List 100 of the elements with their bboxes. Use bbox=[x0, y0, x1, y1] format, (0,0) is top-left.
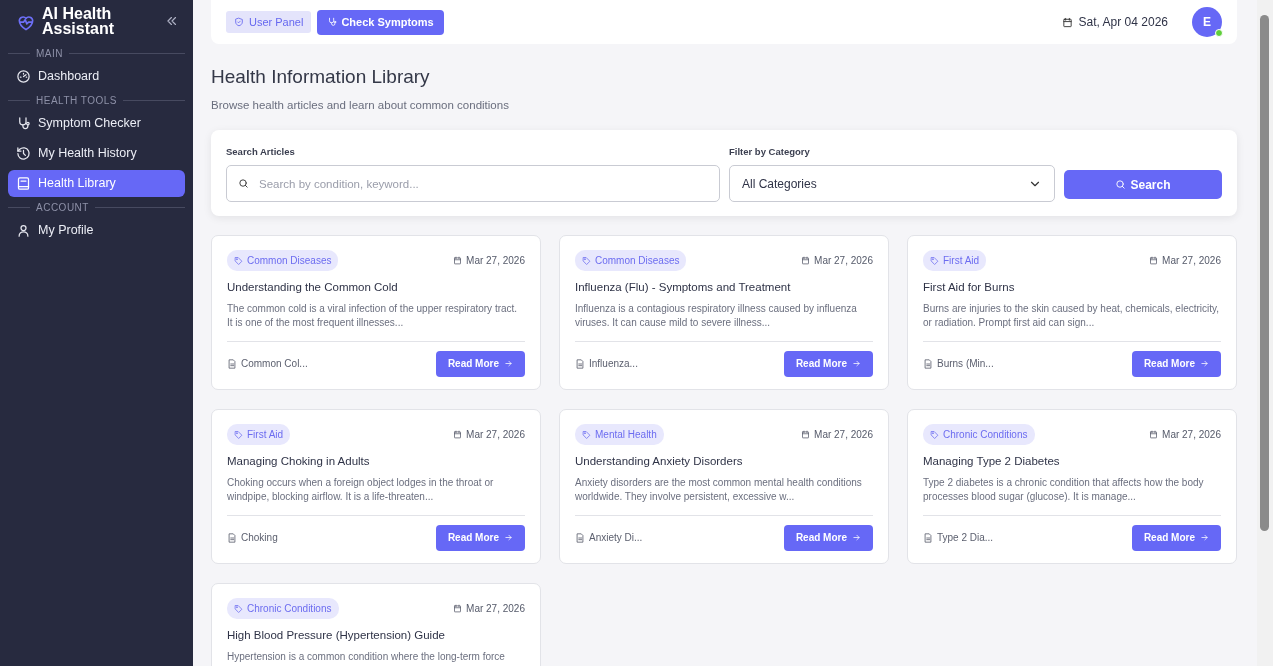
date-text: Mar 27, 2026 bbox=[466, 254, 525, 269]
article-excerpt: Choking occurs when a foreign object lodges in the throat or windpipe, blocking airflow. It is a life-threaten... bbox=[227, 475, 495, 504]
sidebar-item[interactable]: My Health History bbox=[8, 140, 185, 167]
article-title: First Aid for Burns bbox=[923, 280, 1016, 296]
calendar-icon bbox=[453, 604, 463, 614]
sidebar-item[interactable]: Dashboard bbox=[8, 63, 185, 90]
stethoscope-icon bbox=[327, 17, 338, 27]
arrow-right-icon bbox=[852, 533, 861, 543]
document-icon bbox=[923, 358, 933, 369]
article-title: Managing Choking in Adults bbox=[227, 454, 371, 470]
arrow-right-icon bbox=[1200, 359, 1209, 369]
calendar-icon bbox=[1149, 256, 1159, 266]
section-heading: ACCOUNT bbox=[36, 201, 89, 215]
date-text: Mar 27, 2026 bbox=[466, 602, 525, 617]
source-text: Influenza... bbox=[589, 357, 638, 372]
article-title: Influenza (Flu) - Symptoms and Treatment bbox=[575, 280, 792, 296]
date-text: Mar 27, 2026 bbox=[1162, 254, 1221, 269]
document-icon bbox=[575, 358, 585, 369]
article-excerpt: Anxiety disorders are the most common mental health conditions worldwide. They involve persistent, excessive w... bbox=[575, 475, 863, 504]
section-heading: HEALTH TOOLS bbox=[36, 94, 118, 108]
tag-icon bbox=[234, 604, 243, 614]
document-icon bbox=[923, 532, 933, 543]
source-text: Type 2 Dia... bbox=[937, 531, 994, 546]
sidebar-item[interactable]: Symptom Checker bbox=[8, 110, 185, 137]
read-more-button[interactable]: Read More bbox=[1131, 524, 1221, 551]
user-panel-button[interactable]: User Panel bbox=[226, 11, 312, 33]
tag-icon bbox=[234, 256, 243, 266]
scrollbar[interactable] bbox=[1257, 0, 1273, 666]
arrow-right-icon bbox=[1200, 533, 1209, 543]
article-title: High Blood Pressure (Hypertension) Guide bbox=[227, 628, 446, 644]
page-title: Health Information Library bbox=[211, 66, 431, 89]
sidebar-item[interactable]: My Profile bbox=[8, 217, 185, 244]
tag-icon bbox=[930, 430, 939, 440]
sidebar-item[interactable]: Health Library bbox=[8, 170, 185, 197]
category-dropdown[interactable]: All Categories bbox=[729, 165, 1055, 203]
read-more-button[interactable]: Read More bbox=[435, 350, 525, 377]
read-more-button[interactable]: Read More bbox=[1131, 350, 1221, 377]
document-icon bbox=[575, 532, 585, 543]
tag-icon bbox=[582, 256, 591, 266]
date-text: Mar 27, 2026 bbox=[1162, 428, 1221, 443]
article-excerpt: Influenza is a contagious respiratory illness caused by influenza viruses. It can cause mild to severe illness... bbox=[575, 301, 858, 330]
search-icon bbox=[1115, 179, 1127, 191]
calendar-icon bbox=[453, 256, 463, 266]
tag-icon bbox=[582, 430, 591, 440]
article-excerpt: Hypertension is a common condition where the long-term force bbox=[227, 649, 506, 664]
article-excerpt: Type 2 diabetes is a chronic condition that affects how the body processes blood sugar (glucose). It is manage... bbox=[923, 475, 1205, 504]
gauge-icon bbox=[16, 69, 31, 84]
heart-pulse-icon bbox=[16, 13, 36, 33]
read-more-button[interactable]: Read More bbox=[435, 524, 525, 551]
document-icon bbox=[227, 532, 237, 543]
page-subtitle: Browse health articles and learn about common conditions bbox=[211, 97, 510, 113]
article-title: Managing Type 2 Diabetes bbox=[923, 454, 1061, 470]
calendar-icon bbox=[1149, 430, 1159, 440]
calendar-icon bbox=[453, 430, 463, 440]
calendar-icon bbox=[801, 430, 811, 440]
section-heading: MAIN bbox=[36, 47, 63, 61]
calendar-icon bbox=[801, 256, 811, 266]
category-tag: Common Diseases bbox=[227, 250, 339, 272]
source-text: Anxiety Di... bbox=[589, 531, 643, 546]
field-label: Search Articles bbox=[226, 145, 296, 160]
source-text: Common Col... bbox=[241, 357, 308, 372]
category-tag: Common Diseases bbox=[575, 250, 687, 272]
arrow-right-icon bbox=[504, 359, 513, 369]
category-tag: First Aid bbox=[227, 424, 291, 446]
date-text: Mar 27, 2026 bbox=[814, 428, 873, 443]
category-tag: Chronic Conditions bbox=[227, 598, 339, 620]
tag-icon bbox=[234, 430, 243, 440]
app-title: AI Health Assistant bbox=[42, 6, 116, 36]
category-tag: Chronic Conditions bbox=[923, 424, 1035, 446]
tag-icon bbox=[930, 256, 939, 266]
stethoscope-icon bbox=[16, 116, 31, 131]
source-text: Choking bbox=[241, 531, 278, 546]
read-more-button[interactable]: Read More bbox=[783, 350, 873, 377]
shield-icon bbox=[234, 17, 244, 27]
calendar-icon bbox=[1061, 16, 1073, 28]
check-symptoms-button[interactable]: Check Symptoms bbox=[317, 9, 444, 35]
search-field[interactable]: Search by condition, keyword... bbox=[226, 165, 720, 203]
read-more-button[interactable]: Read More bbox=[783, 524, 873, 551]
article-excerpt: The common cold is a viral infection of the upper respiratory tract. It is one of the most frequent illnesses... bbox=[227, 301, 519, 330]
document-icon bbox=[227, 358, 237, 369]
field-label: Filter by Category bbox=[729, 145, 811, 160]
scrollbar-thumb[interactable] bbox=[1260, 15, 1269, 531]
user-avatar[interactable]: E bbox=[1192, 7, 1222, 37]
user-icon bbox=[16, 223, 31, 238]
search-button[interactable]: Search bbox=[1064, 170, 1222, 200]
date-text: Mar 27, 2026 bbox=[466, 428, 525, 443]
source-text: Burns (Min... bbox=[937, 357, 994, 372]
article-title: Understanding Anxiety Disorders bbox=[575, 454, 744, 470]
date-text: Mar 27, 2026 bbox=[814, 254, 873, 269]
search-icon bbox=[238, 178, 249, 190]
collapse-icon[interactable] bbox=[165, 14, 179, 28]
book-icon bbox=[16, 176, 31, 191]
category-tag: First Aid bbox=[923, 250, 987, 272]
date-text: Sat, Apr 04 2026 bbox=[1078, 14, 1168, 31]
category-tag: Mental Health bbox=[575, 424, 664, 446]
history-icon bbox=[16, 146, 31, 161]
article-title: Understanding the Common Cold bbox=[227, 280, 399, 296]
article-excerpt: Burns are injuries to the skin caused by heat, chemicals, electricity, or radiation. Prompt first aid can sign... bbox=[923, 301, 1221, 330]
arrow-right-icon bbox=[852, 359, 861, 369]
arrow-right-icon bbox=[504, 533, 513, 543]
